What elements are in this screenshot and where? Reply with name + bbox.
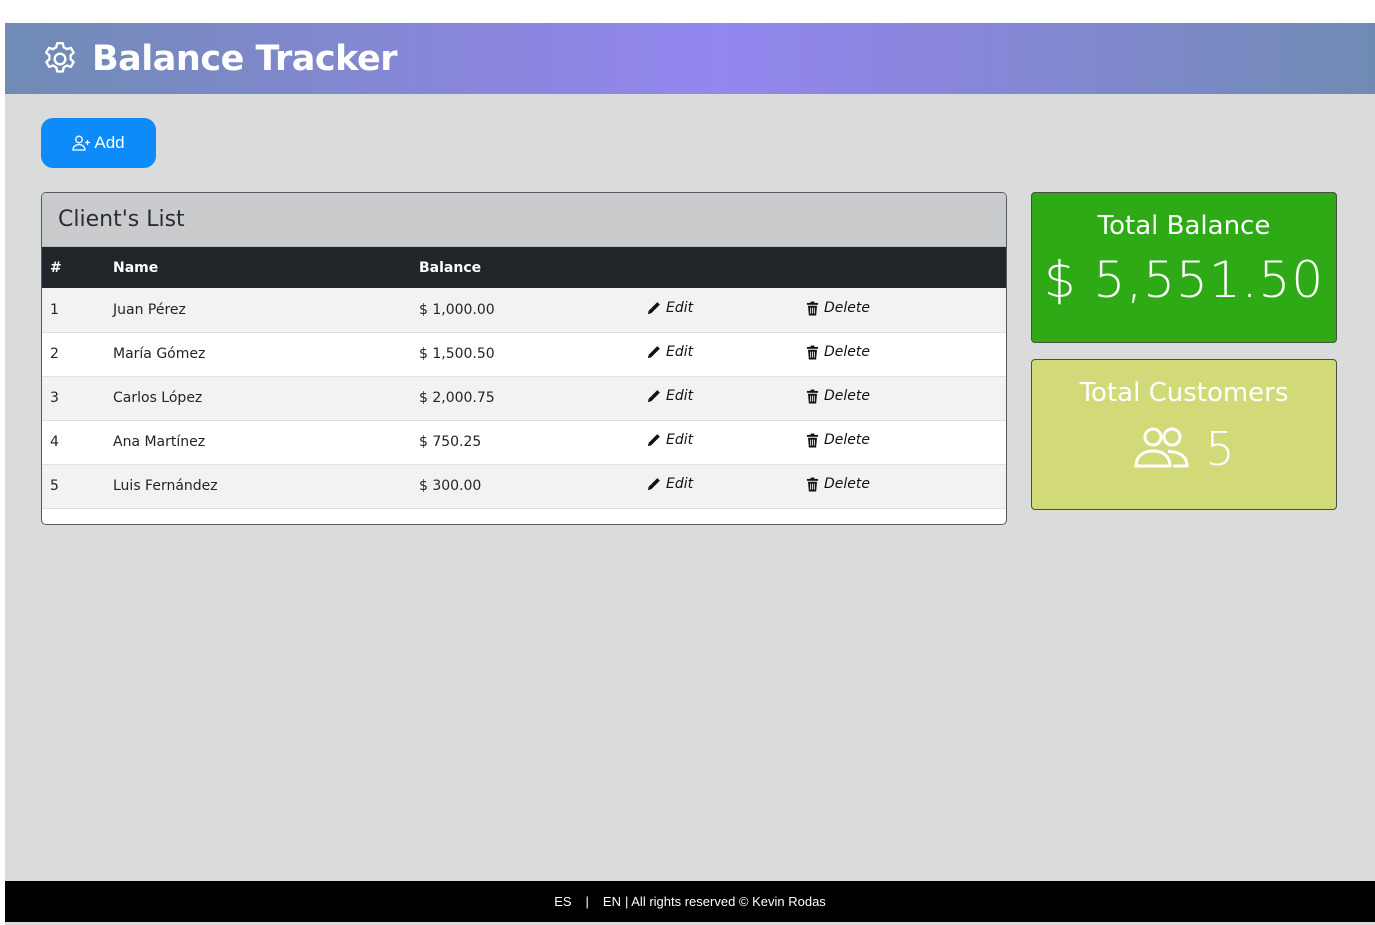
pencil-icon — [647, 345, 660, 358]
footer: ES | EN | All rights reserved © Kevin Ro… — [5, 881, 1375, 922]
row-num: 1 — [50, 301, 59, 318]
column-header-balance: Balance — [419, 259, 482, 276]
trash-icon — [806, 433, 819, 448]
trash-icon — [806, 345, 819, 360]
edit-button[interactable]: Edit — [646, 432, 693, 448]
total-balance-card: Total Balance $ 5,551.50 — [1031, 192, 1337, 343]
client-table-body: 1 Juan Pérez $ 1,000.00 Edit Delete 2 Ma… — [42, 288, 1006, 508]
row-num: 4 — [50, 434, 59, 450]
row-balance: $ 750.25 — [419, 434, 482, 450]
row-name: Carlos López — [113, 390, 203, 406]
table-row: 1 Juan Pérez $ 1,000.00 Edit Delete — [42, 288, 1006, 332]
users-icon — [1133, 425, 1191, 473]
table-row: 4 Ana Martínez $ 750.25 Edit Delete — [42, 420, 1006, 464]
trash-icon — [806, 301, 819, 315]
lang-en-link[interactable]: EN — [603, 894, 621, 909]
app-header: Balance Tracker — [5, 23, 1375, 94]
row-balance: $ 1,000.00 — [419, 301, 495, 318]
edit-button[interactable]: Edit — [646, 300, 693, 316]
total-customers-card: Total Customers 5 — [1031, 359, 1337, 510]
pencil-icon — [647, 301, 660, 314]
add-user-icon — [72, 134, 92, 152]
trash-icon — [806, 477, 819, 492]
client-list-card: Client's List # Name Balance 1 Juan Pére… — [41, 192, 1007, 525]
total-balance-value: $ 5,551.50 — [1043, 251, 1325, 309]
edit-button[interactable]: Edit — [646, 476, 693, 492]
row-name: Luis Fernández — [113, 478, 218, 494]
row-name: Ana Martínez — [113, 434, 206, 450]
trash-icon — [806, 389, 819, 404]
add-client-button[interactable]: Add — [41, 118, 156, 168]
footer-separator: | — [585, 894, 589, 909]
delete-button[interactable]: Delete — [806, 388, 870, 404]
copyright-text: | All rights reserved © Kevin Rodas — [624, 894, 826, 909]
total-customers-value: 5 — [1205, 422, 1235, 476]
table-header-row: # Name Balance — [42, 247, 1006, 288]
column-header-num: # — [50, 259, 62, 276]
delete-button[interactable]: Delete — [806, 344, 870, 360]
row-num: 2 — [50, 346, 59, 362]
row-balance: $ 2,000.75 — [419, 390, 495, 406]
edit-button[interactable]: Edit — [646, 344, 693, 360]
table-row: 5 Luis Fernández $ 300.00 Edit Delete — [42, 464, 1006, 508]
client-table: # Name Balance 1 Juan Pérez $ 1,000.00 E… — [42, 247, 1006, 509]
lang-es-link[interactable]: ES — [554, 894, 571, 909]
column-header-name: Name — [113, 259, 159, 276]
delete-button[interactable]: Delete — [806, 432, 870, 448]
total-customers-row: 5 — [1133, 422, 1235, 476]
column-header-edit — [638, 247, 798, 288]
row-balance: $ 1,500.50 — [419, 346, 495, 362]
row-name: María Gómez — [113, 346, 206, 362]
table-row: 3 Carlos López $ 2,000.75 Edit Delete — [42, 376, 1006, 420]
edit-button[interactable]: Edit — [646, 388, 693, 404]
row-name: Juan Pérez — [113, 301, 186, 318]
pencil-icon — [647, 433, 660, 446]
row-num: 5 — [50, 478, 59, 494]
row-balance: $ 300.00 — [419, 478, 482, 494]
pencil-icon — [647, 389, 660, 402]
app-title: Balance Tracker — [92, 38, 398, 79]
row-num: 3 — [50, 390, 59, 406]
delete-button[interactable]: Delete — [806, 300, 870, 316]
pencil-icon — [647, 477, 660, 490]
total-customers-title: Total Customers — [1079, 378, 1289, 408]
delete-button[interactable]: Delete — [806, 476, 870, 492]
table-row: 2 María Gómez $ 1,500.50 Edit Delete — [42, 332, 1006, 376]
column-header-delete — [798, 247, 1006, 288]
gear-icon — [40, 39, 80, 79]
app-root: Balance Tracker Add Client's List # Name… — [5, 23, 1375, 925]
total-balance-title: Total Balance — [1097, 211, 1271, 241]
add-button-label: Add — [94, 133, 125, 152]
client-list-title: Client's List — [42, 193, 1006, 247]
